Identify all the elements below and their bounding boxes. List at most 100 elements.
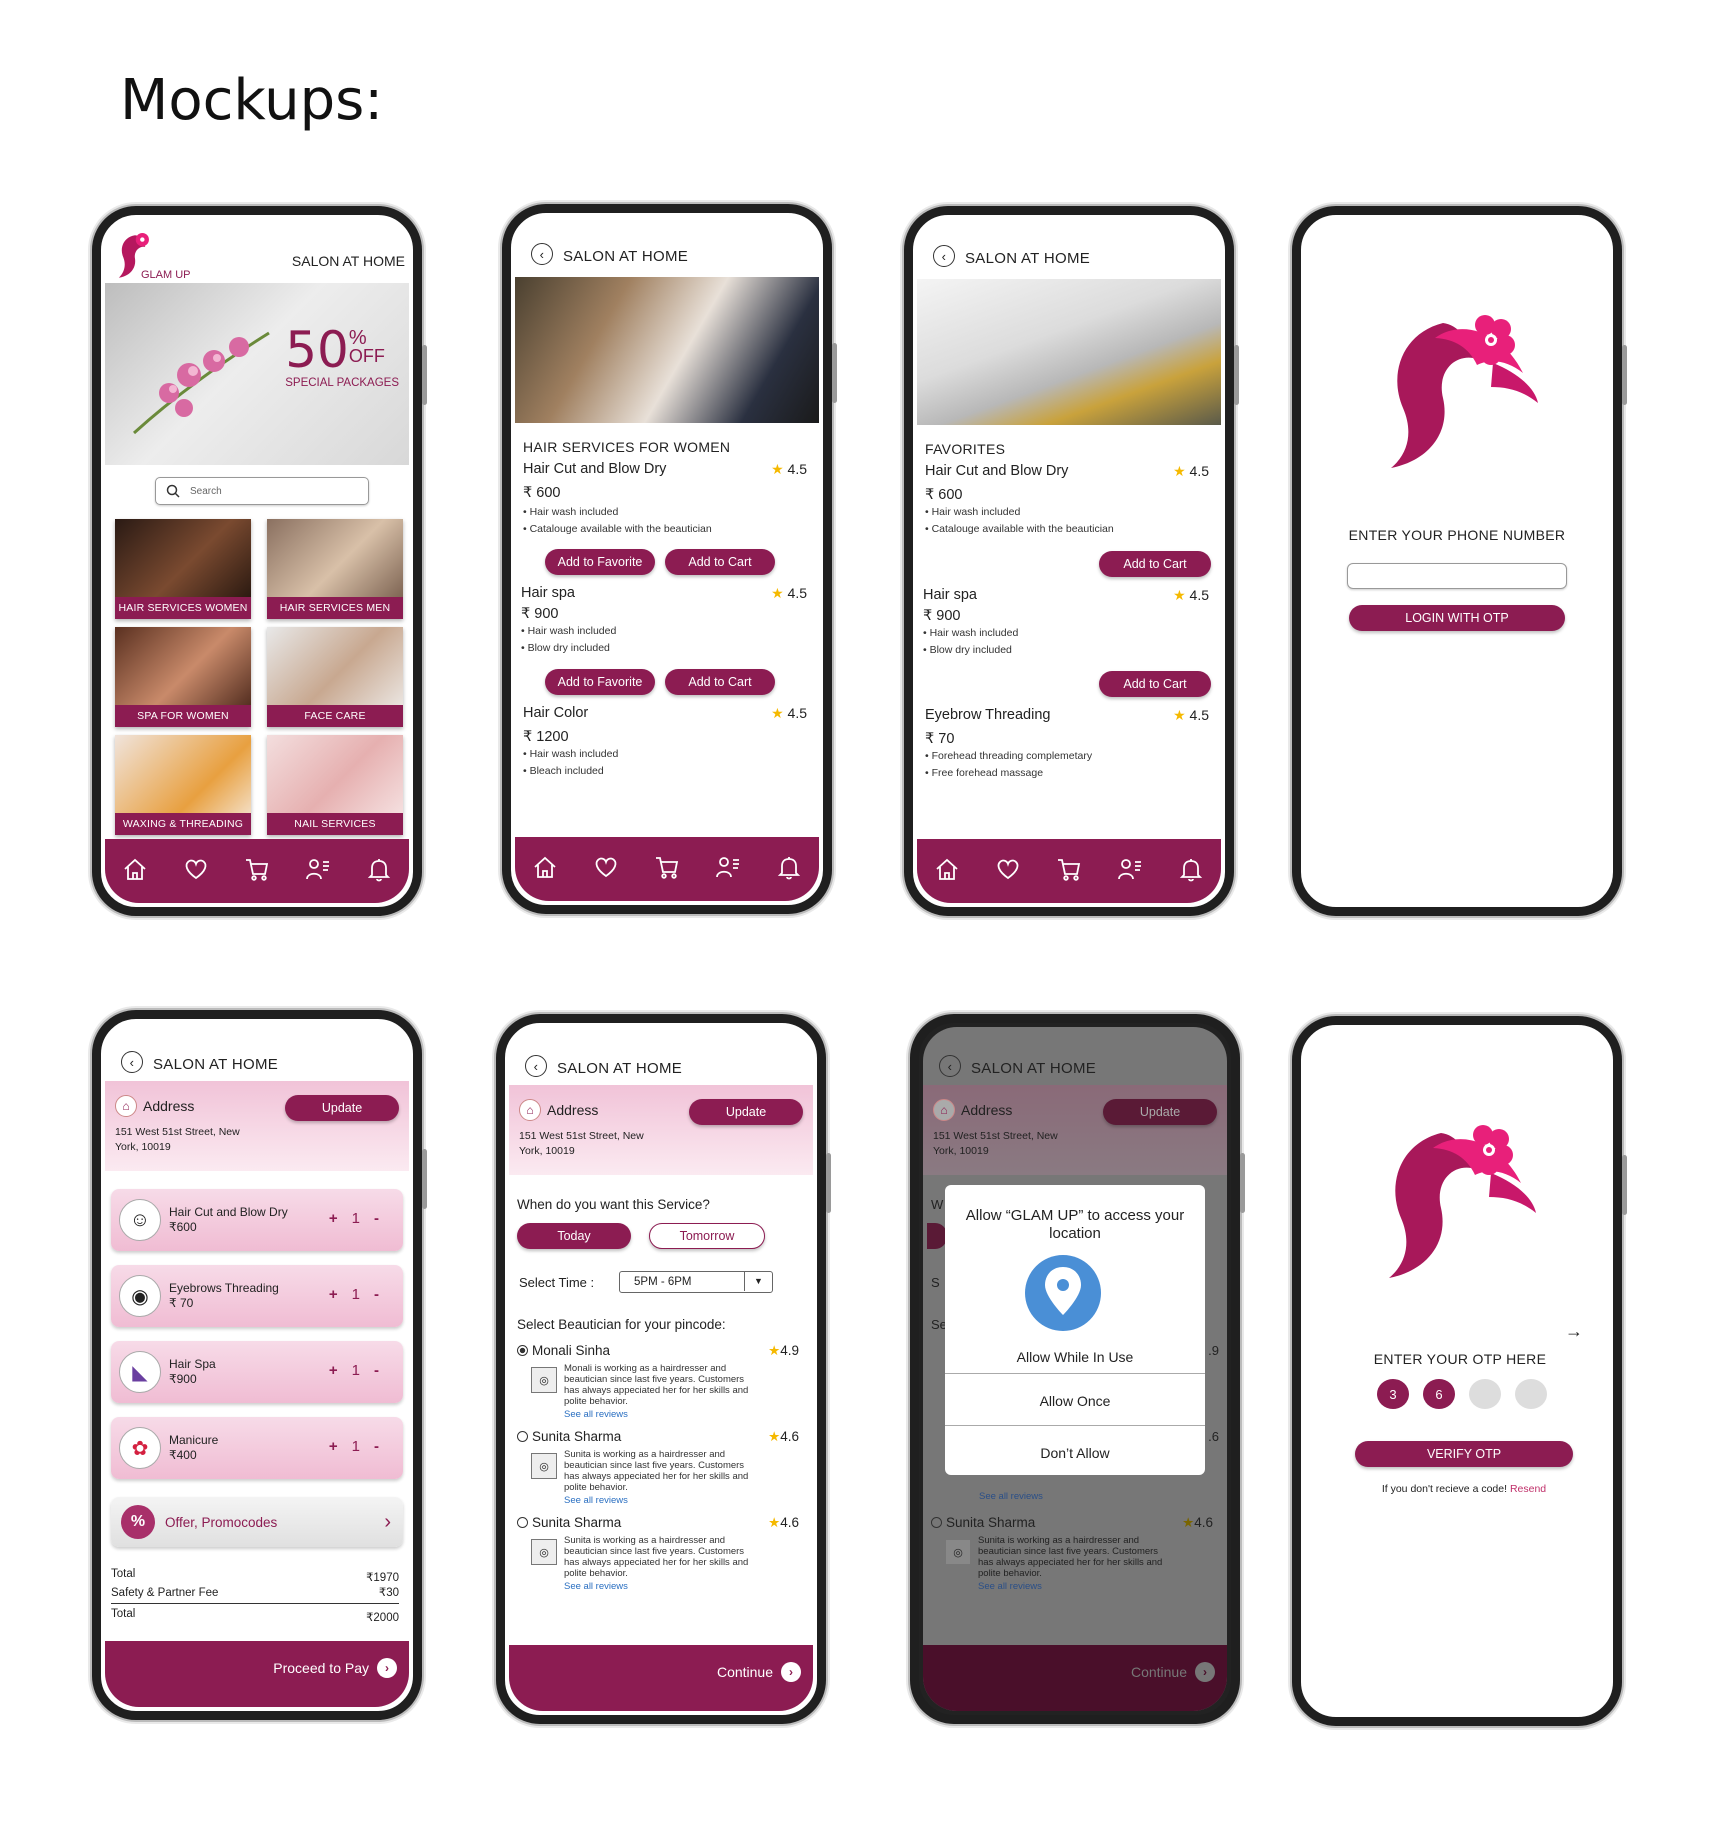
tile-face-care[interactable]: FACE CARE — [267, 627, 403, 727]
cart-icon[interactable] — [653, 853, 681, 881]
bullet: Blow dry included — [527, 642, 610, 654]
cart-icon[interactable] — [1055, 855, 1083, 883]
allow-once-button[interactable]: Allow Once — [945, 1393, 1205, 1409]
see-all-reviews-link: See all reviews — [978, 1581, 1042, 1592]
back-icon[interactable]: ‹ — [525, 1055, 547, 1077]
home-icon[interactable] — [933, 855, 961, 883]
phone-login: ENTER YOUR PHONE NUMBER LOGIN WITH OTP — [1292, 206, 1627, 916]
tile-hair-women[interactable]: HAIR SERVICES WOMEN — [115, 519, 251, 619]
plus-button[interactable]: + — [329, 1362, 352, 1379]
verify-otp-button[interactable]: VERIFY OTP — [1355, 1441, 1573, 1467]
bullet: Catalouge available with the beautician — [529, 523, 712, 535]
tile-waxing[interactable]: WAXING & THREADING — [115, 735, 251, 835]
fav-hair-cut: Hair Cut and Blow Dry ★ 4.5 ₹ 600 • Hair… — [925, 463, 1221, 577]
address-label: Address — [961, 1102, 1013, 1118]
eye-icon: ◉ — [119, 1275, 161, 1317]
search-input[interactable]: Search — [155, 477, 369, 505]
radio-unselected[interactable] — [517, 1517, 528, 1528]
today-button[interactable]: Today — [517, 1223, 631, 1249]
see-all-reviews-link[interactable]: See all reviews — [564, 1581, 628, 1592]
tile-nails[interactable]: NAIL SERVICES — [267, 735, 403, 835]
minus-button[interactable]: - — [374, 1362, 393, 1379]
home-icon[interactable] — [121, 855, 149, 883]
add-to-favorite-button[interactable]: Add to Favorite — [545, 549, 655, 575]
otp-digit[interactable]: 6 — [1423, 1379, 1455, 1409]
bullet: Hair wash included — [929, 627, 1019, 639]
beautician-card[interactable]: Sunita Sharma ★4.6 ◎ Sunita is working as… — [509, 1429, 813, 1509]
see-all-reviews-link[interactable]: See all reviews — [564, 1409, 628, 1420]
back-icon[interactable]: ‹ — [121, 1051, 143, 1073]
proceed-to-pay-button[interactable]: Proceed to Pay › — [273, 1658, 397, 1678]
add-to-favorite-button[interactable]: Add to Favorite — [545, 669, 655, 695]
off-label: OFF — [348, 346, 385, 366]
back-icon[interactable]: ‹ — [939, 1055, 961, 1077]
bell-icon[interactable] — [1177, 855, 1205, 883]
star-icon: ★ — [768, 1343, 781, 1358]
tile-spa-women[interactable]: SPA FOR WOMEN — [115, 627, 251, 727]
phone-location-permission: ‹ SALON AT HOME ⌂ Address Update 151 West … — [910, 1014, 1245, 1724]
phone-number-input[interactable] — [1347, 563, 1567, 589]
heart-icon[interactable] — [994, 855, 1022, 883]
promo-banner[interactable]: 50% OFF SPECIAL PACKAGES — [105, 283, 409, 465]
tomorrow-button[interactable]: Tomorrow — [649, 1223, 765, 1249]
add-to-cart-button[interactable]: Add to Cart — [1099, 671, 1211, 697]
tile-label: FACE CARE — [267, 705, 403, 727]
plus-button[interactable]: + — [329, 1210, 352, 1227]
update-address-button[interactable]: Update — [1103, 1099, 1217, 1125]
tile-label: SPA FOR WOMEN — [115, 705, 251, 727]
plus-button[interactable]: + — [329, 1286, 352, 1303]
profile-list-icon[interactable] — [1116, 855, 1144, 883]
update-address-button[interactable]: Update — [689, 1099, 803, 1125]
resend-text: If you don't recieve a code! — [1381, 1483, 1508, 1495]
section-title: HAIR SERVICES FOR WOMEN — [523, 439, 731, 455]
item-price: ₹900 — [169, 1372, 197, 1386]
bullet: Hair wash included — [529, 506, 619, 518]
allow-while-in-use-button[interactable]: Allow While In Use — [945, 1349, 1205, 1365]
heart-icon[interactable] — [182, 855, 210, 883]
bell-icon[interactable] — [365, 855, 393, 883]
profile-list-icon[interactable] — [714, 853, 742, 881]
home-icon[interactable] — [531, 853, 559, 881]
bell-icon[interactable] — [775, 853, 803, 881]
proceed-label: Proceed to Pay — [273, 1660, 369, 1676]
home-pin-icon: ⌂ — [519, 1099, 541, 1121]
otp-digit[interactable] — [1469, 1379, 1501, 1409]
heart-icon[interactable] — [592, 853, 620, 881]
time-select[interactable]: 5PM - 6PM ▼ — [619, 1271, 773, 1293]
update-address-button[interactable]: Update — [285, 1095, 399, 1121]
beautician-card[interactable]: Monali Sinha ★4.9 ◎ Monali is working as … — [509, 1343, 813, 1423]
resend-link[interactable]: Resend — [1510, 1483, 1546, 1495]
continue-button[interactable]: Continue › — [717, 1662, 801, 1682]
otp-digit[interactable] — [1515, 1379, 1547, 1409]
add-to-cart-button[interactable]: Add to Cart — [665, 669, 775, 695]
minus-button[interactable]: - — [374, 1286, 393, 1303]
plus-button[interactable]: + — [329, 1438, 352, 1455]
item-price: ₹400 — [169, 1448, 197, 1462]
cart-icon[interactable] — [243, 855, 271, 883]
see-all-reviews-link[interactable]: See all reviews — [564, 1495, 628, 1506]
otp-input-group[interactable]: 3 6 — [1377, 1379, 1547, 1409]
summary-label: Safety & Partner Fee — [111, 1587, 219, 1599]
minus-button[interactable]: - — [374, 1210, 393, 1227]
beautician-card[interactable]: Sunita Sharma ★4.6 ◎ Sunita is working as… — [509, 1515, 813, 1595]
service-hair-color: Hair Color ★ 4.5 ₹ 1200 • Hair wash incl… — [523, 705, 819, 785]
add-to-cart-button[interactable]: Add to Cart — [1099, 551, 1211, 577]
profile-list-icon[interactable] — [304, 855, 332, 883]
radio-selected[interactable] — [517, 1345, 528, 1356]
item-name: Hair Spa — [169, 1357, 216, 1371]
minus-button[interactable]: - — [374, 1438, 393, 1455]
tile-hair-men[interactable]: HAIR SERVICES MEN — [267, 519, 403, 619]
back-icon[interactable]: ‹ — [531, 243, 553, 265]
offer-promocodes-row[interactable]: % Offer, Promocodes › — [111, 1497, 403, 1547]
arrow-right-icon[interactable]: → — [1565, 1321, 1583, 1342]
otp-digit[interactable]: 3 — [1377, 1379, 1409, 1409]
home-pin-icon: ⌂ — [933, 1099, 955, 1121]
add-to-cart-button[interactable]: Add to Cart — [665, 549, 775, 575]
star-icon: ★ — [1173, 587, 1186, 603]
login-with-otp-button[interactable]: LOGIN WITH OTP — [1349, 605, 1565, 631]
continue-button: Continue › — [1131, 1662, 1215, 1682]
radio-unselected[interactable] — [517, 1431, 528, 1442]
phone-favorites: ‹ SALON AT HOME FAVORITES Hair Cut and Bl… — [904, 206, 1239, 916]
back-icon[interactable]: ‹ — [933, 245, 955, 267]
dont-allow-button[interactable]: Don’t Allow — [945, 1445, 1205, 1461]
